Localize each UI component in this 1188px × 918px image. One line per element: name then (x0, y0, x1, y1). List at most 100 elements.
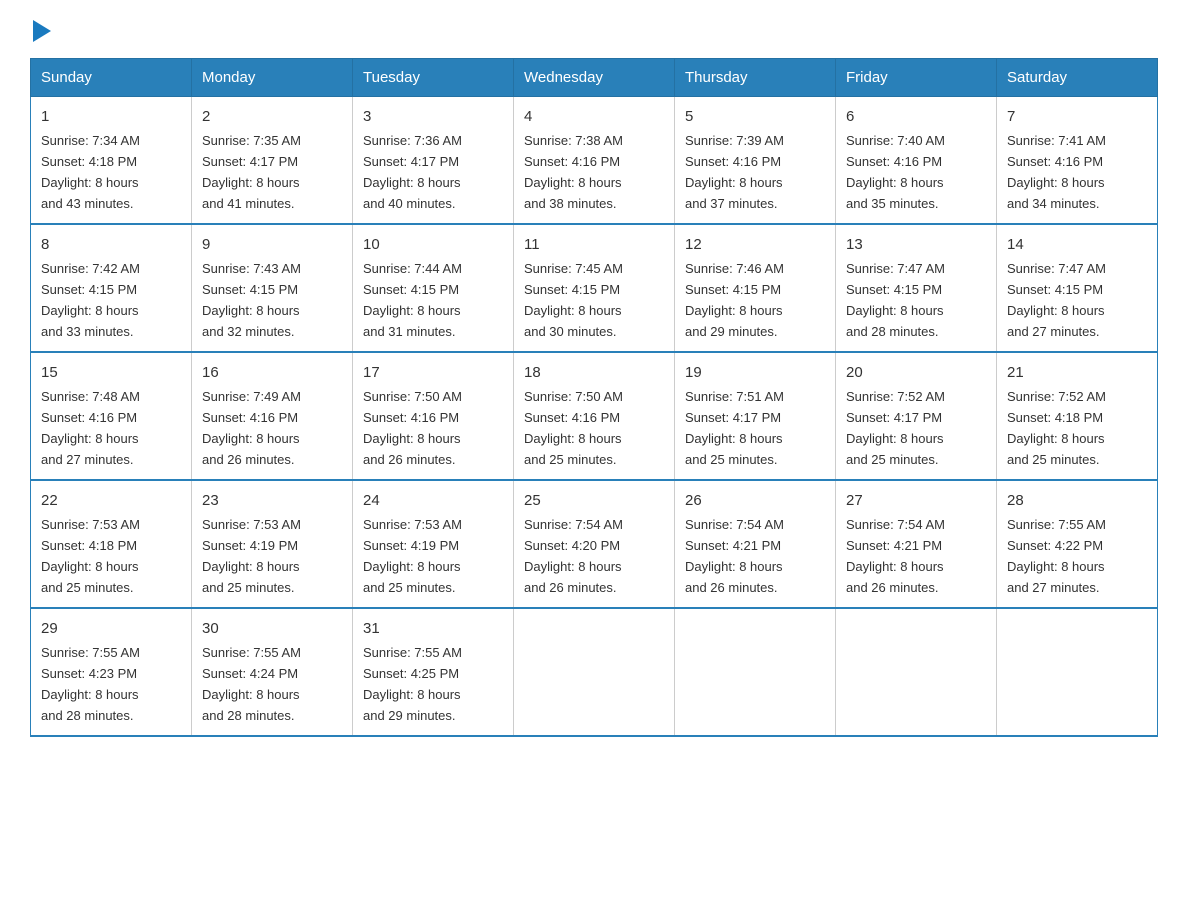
day-number: 29 (41, 617, 181, 640)
day-number: 23 (202, 489, 342, 512)
table-row: 13 Sunrise: 7:47 AMSunset: 4:15 PMDayligh… (836, 224, 997, 352)
day-number: 30 (202, 617, 342, 640)
table-row: 8Sunrise: 7:42 AMSunset: 4:15 PMDaylight… (31, 224, 192, 352)
table-row (997, 608, 1158, 736)
day-info: Sunrise: 7:39 AMSunset: 4:16 PMDaylight:… (685, 133, 784, 211)
day-info: Sunrise: 7:45 AMSunset: 4:15 PMDaylight:… (524, 261, 623, 339)
day-number: 7 (1007, 105, 1147, 128)
table-row: 25 Sunrise: 7:54 AMSunset: 4:20 PMDayligh… (514, 480, 675, 608)
day-info: Sunrise: 7:34 AMSunset: 4:18 PMDaylight:… (41, 133, 140, 211)
calendar-week-row: 22 Sunrise: 7:53 AMSunset: 4:18 PMDayligh… (31, 480, 1158, 608)
logo (30, 20, 51, 38)
calendar-week-row: 1 Sunrise: 7:34 AMSunset: 4:18 PMDaylight… (31, 97, 1158, 224)
table-row: 30 Sunrise: 7:55 AMSunset: 4:24 PMDayligh… (192, 608, 353, 736)
day-number: 20 (846, 361, 986, 384)
table-row: 19 Sunrise: 7:51 AMSunset: 4:17 PMDayligh… (675, 352, 836, 480)
day-info: Sunrise: 7:48 AMSunset: 4:16 PMDaylight:… (41, 389, 140, 467)
day-number: 15 (41, 361, 181, 384)
col-sunday: Sunday (31, 59, 192, 97)
table-row: 12Sunrise: 7:46 AMSunset: 4:15 PMDayligh… (675, 224, 836, 352)
day-info: Sunrise: 7:55 AMSunset: 4:24 PMDaylight:… (202, 645, 301, 723)
day-number: 10 (363, 233, 503, 256)
col-friday: Friday (836, 59, 997, 97)
table-row: 26 Sunrise: 7:54 AMSunset: 4:21 PMDayligh… (675, 480, 836, 608)
day-info: Sunrise: 7:55 AMSunset: 4:23 PMDaylight:… (41, 645, 140, 723)
table-row: 9 Sunrise: 7:43 AMSunset: 4:15 PMDaylight… (192, 224, 353, 352)
table-row: 21 Sunrise: 7:52 AMSunset: 4:18 PMDayligh… (997, 352, 1158, 480)
col-monday: Monday (192, 59, 353, 97)
day-number: 11 (524, 233, 664, 256)
logo-arrow-icon (33, 20, 51, 42)
day-number: 1 (41, 105, 181, 128)
table-row: 6 Sunrise: 7:40 AMSunset: 4:16 PMDaylight… (836, 97, 997, 224)
table-row: 20 Sunrise: 7:52 AMSunset: 4:17 PMDayligh… (836, 352, 997, 480)
day-info: Sunrise: 7:40 AMSunset: 4:16 PMDaylight:… (846, 133, 945, 211)
day-number: 21 (1007, 361, 1147, 384)
table-row: 5 Sunrise: 7:39 AMSunset: 4:16 PMDaylight… (675, 97, 836, 224)
day-number: 22 (41, 489, 181, 512)
day-info: Sunrise: 7:50 AMSunset: 4:16 PMDaylight:… (524, 389, 623, 467)
day-info: Sunrise: 7:53 AMSunset: 4:19 PMDaylight:… (202, 517, 301, 595)
col-thursday: Thursday (675, 59, 836, 97)
day-number: 17 (363, 361, 503, 384)
col-tuesday: Tuesday (353, 59, 514, 97)
day-info: Sunrise: 7:53 AMSunset: 4:19 PMDaylight:… (363, 517, 462, 595)
page-header (30, 20, 1158, 38)
table-row: 28 Sunrise: 7:55 AMSunset: 4:22 PMDayligh… (997, 480, 1158, 608)
table-row: 27Sunrise: 7:54 AMSunset: 4:21 PMDayligh… (836, 480, 997, 608)
day-number: 3 (363, 105, 503, 128)
table-row: 16 Sunrise: 7:49 AMSunset: 4:16 PMDayligh… (192, 352, 353, 480)
table-row: 15 Sunrise: 7:48 AMSunset: 4:16 PMDayligh… (31, 352, 192, 480)
table-row (514, 608, 675, 736)
day-number: 6 (846, 105, 986, 128)
table-row: 10 Sunrise: 7:44 AMSunset: 4:15 PMDayligh… (353, 224, 514, 352)
table-row: 14 Sunrise: 7:47 AMSunset: 4:15 PMDayligh… (997, 224, 1158, 352)
day-info: Sunrise: 7:47 AMSunset: 4:15 PMDaylight:… (1007, 261, 1106, 339)
day-number: 5 (685, 105, 825, 128)
col-saturday: Saturday (997, 59, 1158, 97)
table-row: 7Sunrise: 7:41 AMSunset: 4:16 PMDaylight… (997, 97, 1158, 224)
calendar-header-row: Sunday Monday Tuesday Wednesday Thursday… (31, 59, 1158, 97)
table-row: 17 Sunrise: 7:50 AMSunset: 4:16 PMDayligh… (353, 352, 514, 480)
day-number: 18 (524, 361, 664, 384)
day-number: 28 (1007, 489, 1147, 512)
day-info: Sunrise: 7:49 AMSunset: 4:16 PMDaylight:… (202, 389, 301, 467)
day-info: Sunrise: 7:44 AMSunset: 4:15 PMDaylight:… (363, 261, 462, 339)
calendar-week-row: 8Sunrise: 7:42 AMSunset: 4:15 PMDaylight… (31, 224, 1158, 352)
table-row: 1 Sunrise: 7:34 AMSunset: 4:18 PMDaylight… (31, 97, 192, 224)
day-info: Sunrise: 7:47 AMSunset: 4:15 PMDaylight:… (846, 261, 945, 339)
day-info: Sunrise: 7:38 AMSunset: 4:16 PMDaylight:… (524, 133, 623, 211)
day-number: 9 (202, 233, 342, 256)
day-info: Sunrise: 7:54 AMSunset: 4:20 PMDaylight:… (524, 517, 623, 595)
day-number: 26 (685, 489, 825, 512)
day-info: Sunrise: 7:43 AMSunset: 4:15 PMDaylight:… (202, 261, 301, 339)
day-info: Sunrise: 7:54 AMSunset: 4:21 PMDaylight:… (685, 517, 784, 595)
day-number: 14 (1007, 233, 1147, 256)
day-info: Sunrise: 7:36 AMSunset: 4:17 PMDaylight:… (363, 133, 462, 211)
day-number: 31 (363, 617, 503, 640)
table-row: 23 Sunrise: 7:53 AMSunset: 4:19 PMDayligh… (192, 480, 353, 608)
day-info: Sunrise: 7:51 AMSunset: 4:17 PMDaylight:… (685, 389, 784, 467)
day-number: 19 (685, 361, 825, 384)
day-number: 16 (202, 361, 342, 384)
table-row (675, 608, 836, 736)
day-number: 13 (846, 233, 986, 256)
day-info: Sunrise: 7:53 AMSunset: 4:18 PMDaylight:… (41, 517, 140, 595)
day-info: Sunrise: 7:42 AMSunset: 4:15 PMDaylight:… (41, 261, 140, 339)
calendar-week-row: 15 Sunrise: 7:48 AMSunset: 4:16 PMDayligh… (31, 352, 1158, 480)
calendar-week-row: 29 Sunrise: 7:55 AMSunset: 4:23 PMDayligh… (31, 608, 1158, 736)
day-number: 12 (685, 233, 825, 256)
day-info: Sunrise: 7:52 AMSunset: 4:18 PMDaylight:… (1007, 389, 1106, 467)
day-number: 25 (524, 489, 664, 512)
table-row: 31Sunrise: 7:55 AMSunset: 4:25 PMDayligh… (353, 608, 514, 736)
table-row: 24 Sunrise: 7:53 AMSunset: 4:19 PMDayligh… (353, 480, 514, 608)
day-number: 24 (363, 489, 503, 512)
table-row: 29 Sunrise: 7:55 AMSunset: 4:23 PMDayligh… (31, 608, 192, 736)
day-info: Sunrise: 7:52 AMSunset: 4:17 PMDaylight:… (846, 389, 945, 467)
day-info: Sunrise: 7:55 AMSunset: 4:22 PMDaylight:… (1007, 517, 1106, 595)
col-wednesday: Wednesday (514, 59, 675, 97)
day-number: 27 (846, 489, 986, 512)
table-row: 11 Sunrise: 7:45 AMSunset: 4:15 PMDayligh… (514, 224, 675, 352)
day-info: Sunrise: 7:50 AMSunset: 4:16 PMDaylight:… (363, 389, 462, 467)
table-row: 22 Sunrise: 7:53 AMSunset: 4:18 PMDayligh… (31, 480, 192, 608)
